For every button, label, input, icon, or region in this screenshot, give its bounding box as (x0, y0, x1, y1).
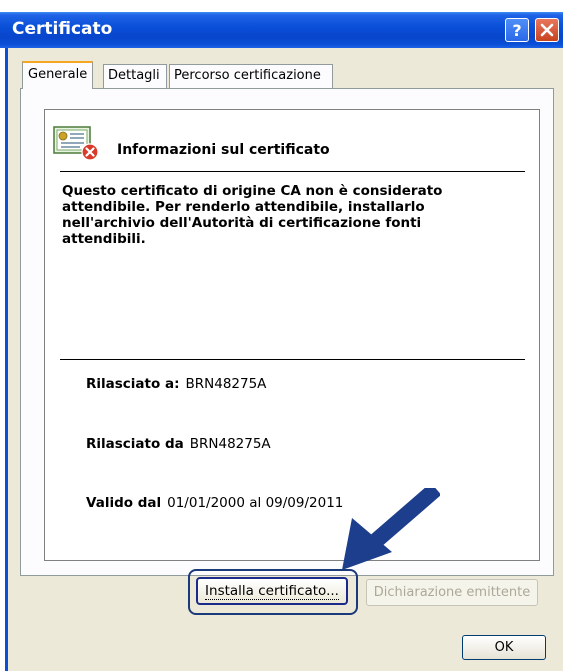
install-certificate-label: Installa certificato... (205, 583, 339, 600)
help-button[interactable]: ? (505, 18, 529, 42)
issued-to-value: BRN48275A (185, 376, 267, 392)
tab-percorso-certificazione[interactable]: Percorso certificazione (169, 64, 333, 88)
issued-by-field: Rilasciato da BRN48275A (86, 436, 271, 452)
svg-text:?: ? (512, 21, 521, 40)
question-mark-icon: ? (512, 21, 521, 40)
ok-button[interactable]: OK (462, 635, 546, 660)
window-title: Certificato (12, 19, 113, 39)
issued-by-label: Rilasciato da (86, 436, 184, 452)
pointer-arrow-icon (342, 488, 440, 570)
valid-from-value: 01/01/2000 (167, 495, 245, 511)
certificate-info-box (44, 109, 540, 561)
tab-dettagli[interactable]: Dettagli (103, 64, 167, 88)
certificate-dialog: Certificato ? Generale Dettagli Percorso… (0, 0, 563, 671)
valid-from-label: Valido dal (86, 495, 162, 511)
validity-field: Valido dal 01/01/2000 al 09/09/2011 (86, 495, 343, 511)
certificate-warning-text: Questo certificato di origine CA non è c… (62, 183, 443, 247)
issued-by-value: BRN48275A (189, 436, 271, 452)
title-bar[interactable]: Certificato ? (0, 12, 563, 48)
issued-to-label: Rilasciato a: (86, 376, 180, 392)
issuer-statement-button[interactable]: Dichiarazione emittente (366, 579, 538, 606)
close-button[interactable] (535, 18, 559, 42)
install-certificate-button[interactable]: Installa certificato... (196, 577, 348, 605)
tab-generale[interactable]: Generale (22, 61, 94, 89)
divider-top (60, 171, 525, 172)
issued-to-field: Rilasciato a: BRN48275A (86, 376, 266, 392)
close-icon (540, 23, 554, 37)
divider-bottom (60, 359, 525, 360)
valid-separator: al (249, 495, 262, 511)
certificate-error-icon (53, 126, 99, 161)
certificate-heading: Informazioni sul certificato (117, 142, 330, 158)
